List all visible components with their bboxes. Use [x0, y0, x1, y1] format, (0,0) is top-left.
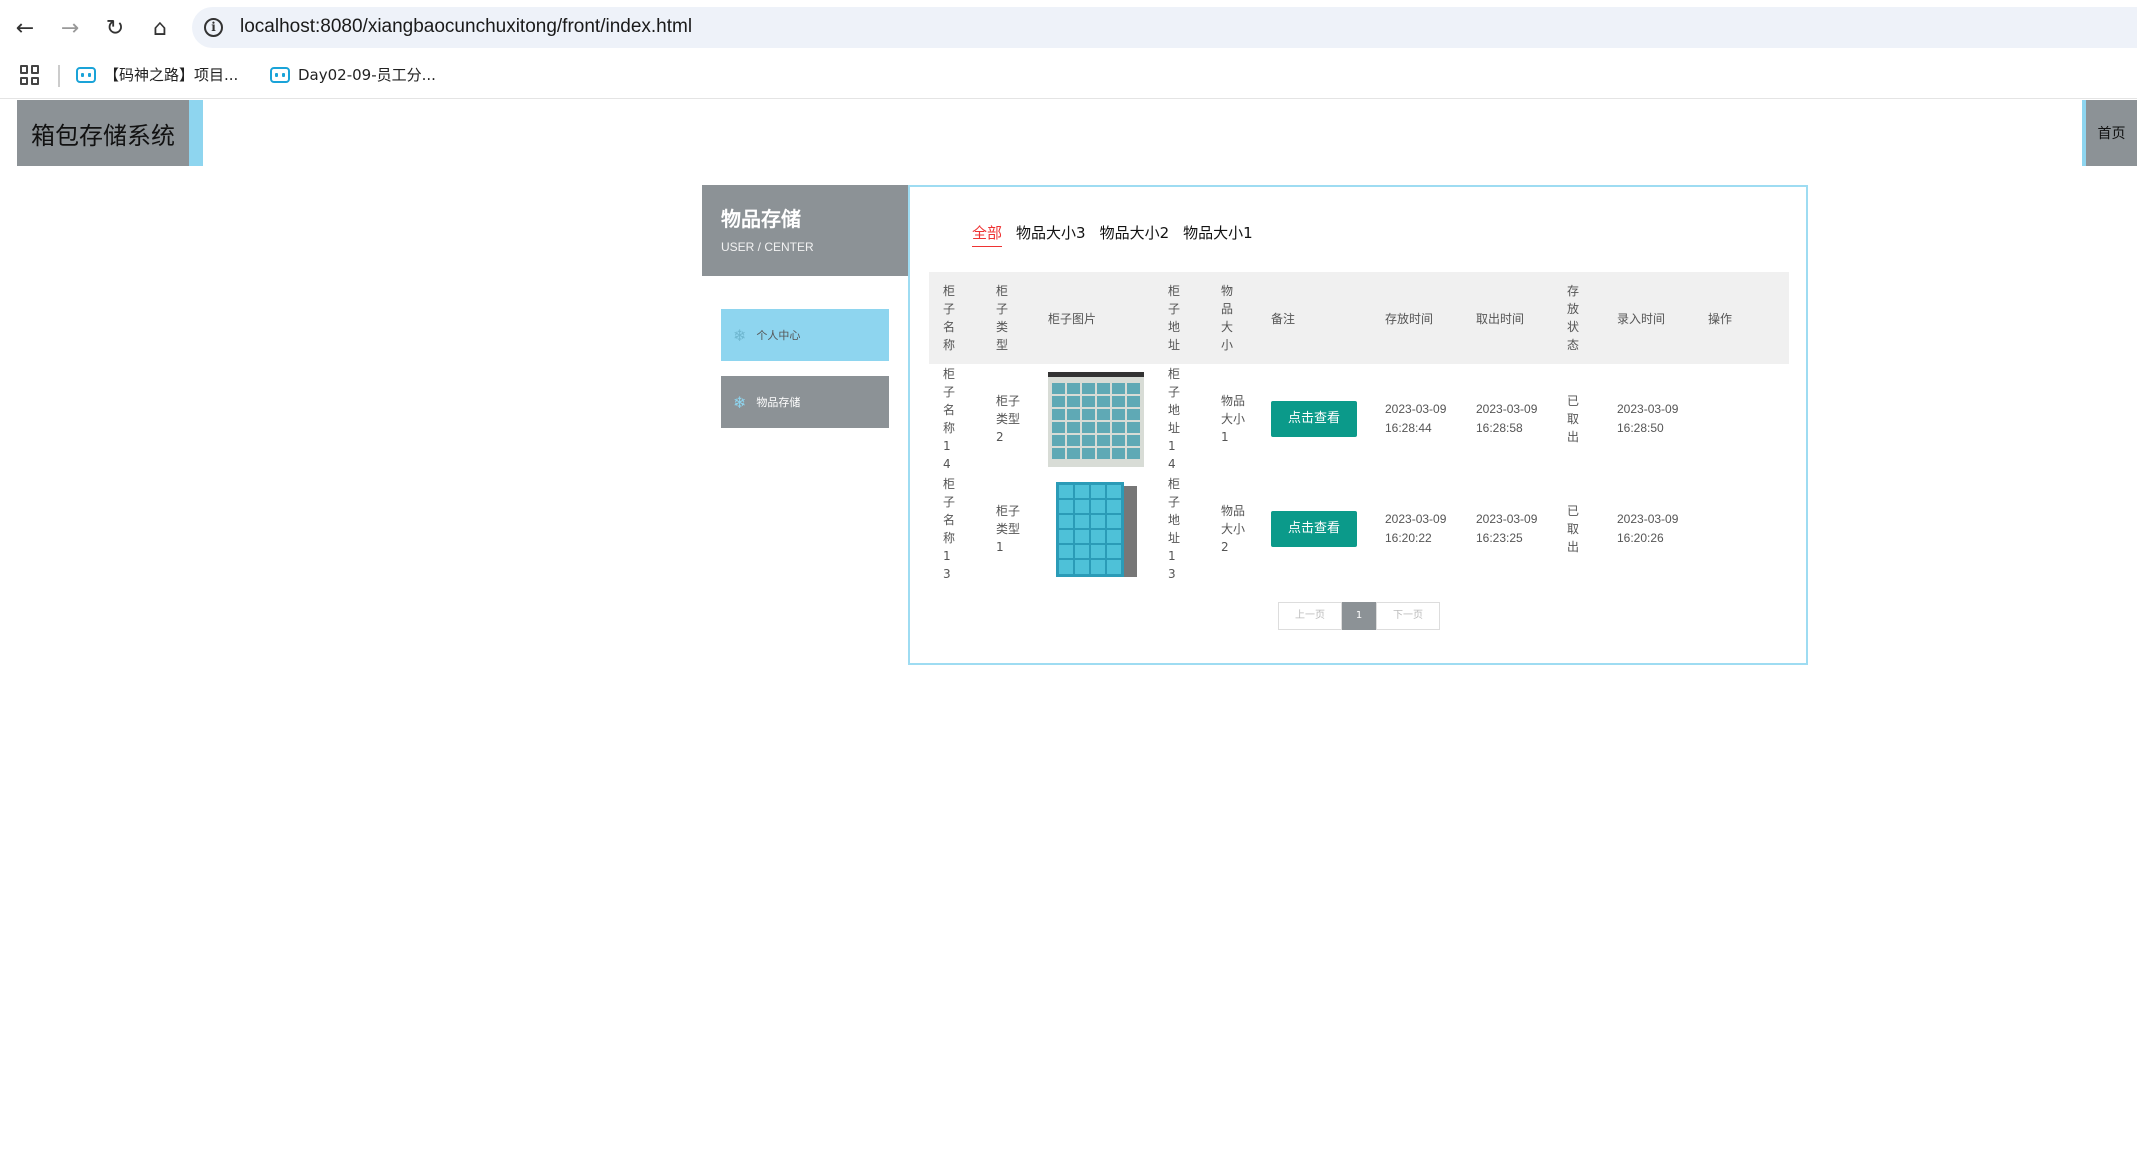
col-actions: 操作: [1708, 311, 1733, 326]
cell-take-time: 2023-03-09 16:23:25: [1476, 512, 1538, 545]
col-item-size: 物品大小: [1221, 284, 1234, 352]
cabinet-image: [1048, 371, 1144, 467]
sidebar-title: 物品存储: [721, 207, 801, 231]
cell-take-time: 2023-03-09 16:28:58: [1476, 402, 1538, 435]
col-cabinet-address: 柜子地址: [1168, 284, 1181, 352]
bilibili-icon: [270, 66, 290, 83]
cell-cabinet-address: 柜子地址14: [1168, 366, 1181, 471]
col-cabinet-image: 柜子图片: [1048, 311, 1097, 326]
col-entry-time: 录入时间: [1617, 311, 1666, 326]
sidebar-item-user-center[interactable]: ❄ 个人中心: [721, 309, 889, 361]
view-remark-button[interactable]: 点击查看: [1271, 401, 1357, 437]
nav-home-link[interactable]: 首页: [2082, 100, 2137, 166]
forward-arrow-icon[interactable]: →: [54, 12, 86, 44]
cell-item-size: 物品大小2: [1221, 503, 1246, 554]
cell-entry-time: 2023-03-09 16:28:50: [1617, 402, 1679, 435]
snowflake-icon: ❄: [733, 325, 747, 345]
bookmarks-bar: 【码神之路】项目... Day02-09-员工分...: [0, 55, 2137, 99]
back-arrow-icon[interactable]: ←: [9, 12, 41, 44]
table-row: 柜子名称14 柜子类型2 柜子地址14 物品大小1 点击查看 2023-03-0…: [929, 364, 1789, 474]
site-title: 箱包存储系统: [17, 100, 189, 166]
size-filter-tabs: 全部 物品大小3 物品大小2 物品大小1: [972, 222, 1267, 247]
sidebar-subtitle: USER / CENTER: [721, 240, 814, 254]
col-cabinet-name: 柜子名称: [943, 284, 956, 352]
browser-toolbar: ← → ↻ ⌂ i localhost:8080/xiangbaocunchux…: [0, 0, 2137, 55]
col-cabinet-type: 柜子类型: [996, 284, 1009, 352]
storage-table: 柜子名称 柜子类型 柜子图片 柜子地址 物品大小 备注 存放时间 取出时间 存放…: [929, 272, 1789, 584]
cell-cabinet-name: 柜子名称13: [943, 476, 956, 581]
filter-size-1[interactable]: 物品大小1: [1183, 222, 1253, 247]
filter-size-2[interactable]: 物品大小2: [1100, 222, 1170, 247]
cell-cabinet-address: 柜子地址13: [1168, 476, 1181, 581]
cell-store-time: 2023-03-09 16:28:44: [1385, 402, 1447, 435]
bookmark-2-label: Day02-09-员工分...: [298, 66, 436, 84]
cell-entry-time: 2023-03-09 16:20:26: [1617, 512, 1679, 545]
sidebar-header: 物品存储 USER / CENTER: [702, 185, 908, 276]
cabinet-image: [1048, 481, 1144, 577]
bookmark-1[interactable]: 【码神之路】项目...: [76, 64, 238, 85]
cell-store-time: 2023-03-09 16:20:22: [1385, 512, 1447, 545]
storage-panel: 全部 物品大小3 物品大小2 物品大小1 柜子名称 柜子类型 柜子图片 柜子地址…: [908, 185, 1808, 665]
apps-grid-icon[interactable]: [20, 65, 40, 85]
title-accent-bar: [189, 100, 203, 166]
table-header-row: 柜子名称 柜子类型 柜子图片 柜子地址 物品大小 备注 存放时间 取出时间 存放…: [929, 272, 1789, 364]
url-text[interactable]: localhost:8080/xiangbaocunchuxitong/fron…: [240, 16, 692, 38]
cell-status: 已取出: [1567, 393, 1580, 444]
cell-cabinet-type: 柜子类型1: [996, 503, 1021, 554]
col-store-time: 存放时间: [1385, 311, 1434, 326]
address-bar[interactable]: i localhost:8080/xiangbaocunchuxitong/fr…: [192, 7, 2137, 48]
filter-all[interactable]: 全部: [972, 222, 1003, 247]
page-1-button[interactable]: 1: [1342, 602, 1376, 630]
pagination: 上一页 1 下一页: [1278, 602, 1440, 630]
bookmark-2[interactable]: Day02-09-员工分...: [270, 64, 436, 85]
sidebar-item-storage[interactable]: ❄ 物品存储: [721, 376, 889, 428]
bilibili-icon: [76, 66, 96, 83]
snowflake-icon: ❄: [733, 392, 747, 412]
bookmark-1-label: 【码神之路】项目...: [104, 66, 239, 84]
reload-icon[interactable]: ↻: [99, 12, 131, 44]
col-status: 存放状态: [1567, 284, 1580, 352]
cell-cabinet-type: 柜子类型2: [996, 393, 1021, 444]
filter-size-3[interactable]: 物品大小3: [1016, 222, 1086, 247]
sidebar-item-label: 物品存储: [756, 396, 801, 409]
next-page-button[interactable]: 下一页: [1376, 602, 1440, 630]
col-remark: 备注: [1271, 311, 1296, 326]
cell-status: 已取出: [1567, 503, 1580, 554]
cell-cabinet-name: 柜子名称14: [943, 366, 956, 471]
col-take-time: 取出时间: [1476, 311, 1525, 326]
site-info-icon[interactable]: i: [204, 18, 223, 37]
prev-page-button[interactable]: 上一页: [1278, 602, 1342, 630]
table-row: 柜子名称13 柜子类型1 柜子地址13 物品大小2 点击查看 2023-03-0…: [929, 474, 1789, 584]
cell-item-size: 物品大小1: [1221, 393, 1246, 444]
home-icon[interactable]: ⌂: [144, 12, 176, 44]
sidebar-item-label: 个人中心: [756, 329, 801, 342]
bookmarks-separator: [58, 65, 60, 87]
view-remark-button[interactable]: 点击查看: [1271, 511, 1357, 547]
